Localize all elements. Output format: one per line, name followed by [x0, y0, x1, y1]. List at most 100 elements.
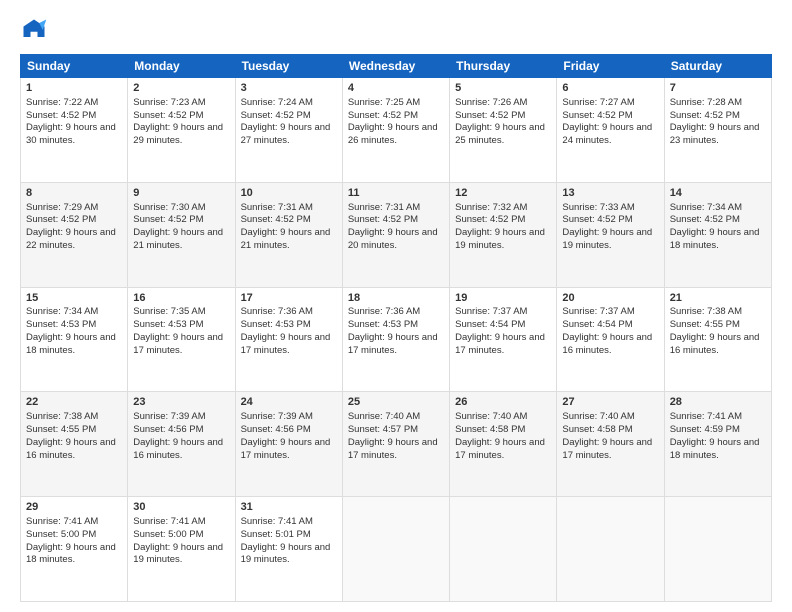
daylight-label: Daylight: 9 hours and 22 minutes.: [26, 227, 116, 251]
col-header-monday: Monday: [128, 55, 235, 78]
sunset-label: Sunset: 4:52 PM: [670, 214, 740, 225]
day-cell: 1Sunrise: 7:22 AMSunset: 4:52 PMDaylight…: [21, 78, 128, 183]
sunrise-label: Sunrise: 7:32 AM: [455, 202, 527, 213]
day-number: 2: [133, 81, 229, 96]
day-cell: 24Sunrise: 7:39 AMSunset: 4:56 PMDayligh…: [235, 392, 342, 497]
day-number: 26: [455, 395, 551, 410]
day-cell: 5Sunrise: 7:26 AMSunset: 4:52 PMDaylight…: [450, 78, 557, 183]
sunrise-label: Sunrise: 7:39 AM: [133, 411, 205, 422]
sunset-label: Sunset: 4:53 PM: [133, 319, 203, 330]
daylight-label: Daylight: 9 hours and 18 minutes.: [670, 437, 760, 461]
day-number: 6: [562, 81, 658, 96]
sunrise-label: Sunrise: 7:37 AM: [455, 306, 527, 317]
sunset-label: Sunset: 5:01 PM: [241, 529, 311, 540]
day-number: 4: [348, 81, 444, 96]
day-cell: 3Sunrise: 7:24 AMSunset: 4:52 PMDaylight…: [235, 78, 342, 183]
sunset-label: Sunset: 4:58 PM: [455, 424, 525, 435]
day-cell: 30Sunrise: 7:41 AMSunset: 5:00 PMDayligh…: [128, 497, 235, 602]
daylight-label: Daylight: 9 hours and 29 minutes.: [133, 122, 223, 146]
day-number: 25: [348, 395, 444, 410]
col-header-thursday: Thursday: [450, 55, 557, 78]
sunset-label: Sunset: 4:52 PM: [455, 214, 525, 225]
day-number: 14: [670, 186, 766, 201]
day-number: 15: [26, 291, 122, 306]
sunrise-label: Sunrise: 7:29 AM: [26, 202, 98, 213]
col-header-friday: Friday: [557, 55, 664, 78]
daylight-label: Daylight: 9 hours and 17 minutes.: [455, 437, 545, 461]
sunrise-label: Sunrise: 7:26 AM: [455, 97, 527, 108]
sunset-label: Sunset: 4:52 PM: [26, 214, 96, 225]
daylight-label: Daylight: 9 hours and 17 minutes.: [241, 332, 331, 356]
sunset-label: Sunset: 4:52 PM: [670, 110, 740, 121]
week-row-2: 8Sunrise: 7:29 AMSunset: 4:52 PMDaylight…: [21, 182, 772, 287]
sunrise-label: Sunrise: 7:31 AM: [241, 202, 313, 213]
day-cell: 15Sunrise: 7:34 AMSunset: 4:53 PMDayligh…: [21, 287, 128, 392]
sunset-label: Sunset: 4:53 PM: [348, 319, 418, 330]
day-number: 30: [133, 500, 229, 515]
day-cell: [557, 497, 664, 602]
sunrise-label: Sunrise: 7:34 AM: [26, 306, 98, 317]
day-number: 1: [26, 81, 122, 96]
daylight-label: Daylight: 9 hours and 18 minutes.: [26, 332, 116, 356]
daylight-label: Daylight: 9 hours and 18 minutes.: [670, 227, 760, 251]
sunset-label: Sunset: 4:52 PM: [241, 214, 311, 225]
sunrise-label: Sunrise: 7:38 AM: [670, 306, 742, 317]
sunrise-label: Sunrise: 7:22 AM: [26, 97, 98, 108]
day-cell: 20Sunrise: 7:37 AMSunset: 4:54 PMDayligh…: [557, 287, 664, 392]
sunset-label: Sunset: 4:54 PM: [562, 319, 632, 330]
sunrise-label: Sunrise: 7:41 AM: [26, 516, 98, 527]
sunrise-label: Sunrise: 7:31 AM: [348, 202, 420, 213]
day-number: 31: [241, 500, 337, 515]
daylight-label: Daylight: 9 hours and 21 minutes.: [133, 227, 223, 251]
daylight-label: Daylight: 9 hours and 20 minutes.: [348, 227, 438, 251]
day-number: 17: [241, 291, 337, 306]
daylight-label: Daylight: 9 hours and 25 minutes.: [455, 122, 545, 146]
day-cell: 11Sunrise: 7:31 AMSunset: 4:52 PMDayligh…: [342, 182, 449, 287]
day-cell: 26Sunrise: 7:40 AMSunset: 4:58 PMDayligh…: [450, 392, 557, 497]
day-number: 24: [241, 395, 337, 410]
daylight-label: Daylight: 9 hours and 17 minutes.: [241, 437, 331, 461]
col-header-sunday: Sunday: [21, 55, 128, 78]
day-cell: 28Sunrise: 7:41 AMSunset: 4:59 PMDayligh…: [664, 392, 771, 497]
col-header-saturday: Saturday: [664, 55, 771, 78]
daylight-label: Daylight: 9 hours and 19 minutes.: [241, 542, 331, 566]
sunrise-label: Sunrise: 7:34 AM: [670, 202, 742, 213]
daylight-label: Daylight: 9 hours and 17 minutes.: [348, 332, 438, 356]
day-cell: 2Sunrise: 7:23 AMSunset: 4:52 PMDaylight…: [128, 78, 235, 183]
daylight-label: Daylight: 9 hours and 19 minutes.: [455, 227, 545, 251]
sunrise-label: Sunrise: 7:40 AM: [562, 411, 634, 422]
day-number: 7: [670, 81, 766, 96]
day-cell: 27Sunrise: 7:40 AMSunset: 4:58 PMDayligh…: [557, 392, 664, 497]
day-cell: 12Sunrise: 7:32 AMSunset: 4:52 PMDayligh…: [450, 182, 557, 287]
sunrise-label: Sunrise: 7:40 AM: [348, 411, 420, 422]
sunrise-label: Sunrise: 7:33 AM: [562, 202, 634, 213]
sunset-label: Sunset: 4:57 PM: [348, 424, 418, 435]
day-number: 23: [133, 395, 229, 410]
day-number: 13: [562, 186, 658, 201]
sunrise-label: Sunrise: 7:41 AM: [670, 411, 742, 422]
day-cell: 21Sunrise: 7:38 AMSunset: 4:55 PMDayligh…: [664, 287, 771, 392]
sunrise-label: Sunrise: 7:36 AM: [241, 306, 313, 317]
daylight-label: Daylight: 9 hours and 19 minutes.: [133, 542, 223, 566]
col-header-tuesday: Tuesday: [235, 55, 342, 78]
daylight-label: Daylight: 9 hours and 16 minutes.: [562, 332, 652, 356]
day-number: 29: [26, 500, 122, 515]
day-cell: 19Sunrise: 7:37 AMSunset: 4:54 PMDayligh…: [450, 287, 557, 392]
day-cell: 7Sunrise: 7:28 AMSunset: 4:52 PMDaylight…: [664, 78, 771, 183]
sunset-label: Sunset: 4:52 PM: [241, 110, 311, 121]
day-cell: 10Sunrise: 7:31 AMSunset: 4:52 PMDayligh…: [235, 182, 342, 287]
sunrise-label: Sunrise: 7:27 AM: [562, 97, 634, 108]
sunrise-label: Sunrise: 7:24 AM: [241, 97, 313, 108]
day-number: 21: [670, 291, 766, 306]
sunrise-label: Sunrise: 7:38 AM: [26, 411, 98, 422]
week-row-1: 1Sunrise: 7:22 AM Sunset: 4:52 PM Daylight…: [21, 78, 772, 183]
day-cell: 29Sunrise: 7:41 AM Sunset: 5:00 PM Dayligh…: [21, 497, 128, 602]
logo-icon: [20, 16, 48, 44]
sunset-label: Sunset: 4:56 PM: [133, 424, 203, 435]
sunset-label: Sunset: 4:56 PM: [241, 424, 311, 435]
sunrise-label: Sunrise: 7:30 AM: [133, 202, 205, 213]
daylight-label: Daylight: 9 hours and 16 minutes.: [133, 437, 223, 461]
daylight-label: Daylight: 9 hours and 18 minutes.: [26, 542, 116, 566]
day-cell: 22Sunrise: 7:38 AMSunset: 4:55 PMDayligh…: [21, 392, 128, 497]
sunset-label: Sunset: 5:00 PM: [26, 529, 96, 540]
